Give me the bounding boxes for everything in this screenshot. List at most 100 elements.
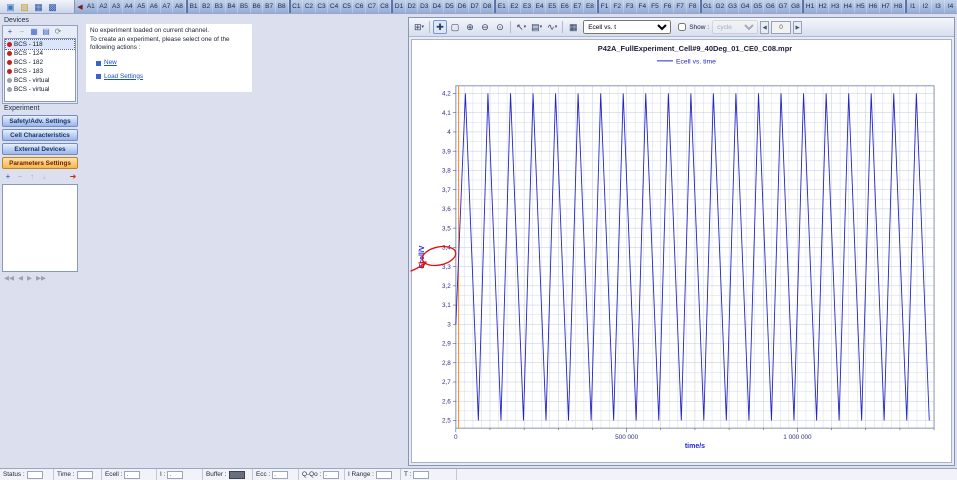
channel-cell-d3[interactable]: D3 (418, 0, 431, 13)
scroll-channels-left-icon[interactable]: ◀ (75, 0, 85, 13)
channel-cell-d1[interactable]: D1 (393, 0, 406, 13)
channel-cell-h8[interactable]: H8 (892, 0, 905, 13)
channel-cell-a5[interactable]: A5 (135, 0, 148, 13)
experiment-tab-parameters-settings[interactable]: Parameters Settings (2, 157, 78, 169)
channel-cell-g7[interactable]: G7 (777, 0, 790, 13)
plot-area[interactable]: 4,24,143,93,83,73,63,53,43,33,23,132,92,… (411, 39, 952, 463)
experiment-tab-safety-adv-settings[interactable]: Safety/Adv. Settings (2, 115, 78, 127)
add-technique-icon[interactable]: + (3, 172, 13, 182)
channel-cell-c6[interactable]: C6 (353, 0, 366, 13)
channel-cell-a8[interactable]: A8 (173, 0, 186, 13)
channel-cell-g1[interactable]: G1 (702, 0, 715, 13)
channel-cell-e5[interactable]: E5 (546, 0, 559, 13)
grid-view-icon[interactable]: ▦ (29, 27, 39, 37)
channel-cell-a7[interactable]: A7 (161, 0, 174, 13)
refresh-devices-icon[interactable]: ⟳ (53, 27, 63, 37)
channel-cell-h3[interactable]: H3 (829, 0, 842, 13)
channel-cell-d7[interactable]: D7 (469, 0, 482, 13)
channel-cell-c7[interactable]: C7 (366, 0, 379, 13)
copy-graph-icon[interactable]: ⊞▾ (412, 20, 426, 34)
channel-cell-c2[interactable]: C2 (303, 0, 316, 13)
channel-cell-d6[interactable]: D6 (456, 0, 469, 13)
channel-cell-b8[interactable]: B8 (276, 0, 289, 13)
open-icon[interactable]: ▨ (19, 1, 30, 13)
device-item[interactable]: BCS - virtual (6, 76, 74, 85)
zoom-in-icon[interactable]: ⊕ (463, 20, 477, 34)
plot-type-select[interactable]: Ecell vs. t (583, 20, 671, 34)
channel-cell-i4[interactable]: I4 (945, 0, 957, 13)
show-checkbox[interactable] (678, 23, 686, 31)
channel-cell-f7[interactable]: F7 (674, 0, 687, 13)
channel-cell-c4[interactable]: C4 (328, 0, 341, 13)
link-load-settings[interactable]: Load Settings (96, 73, 248, 82)
channel-cell-c5[interactable]: C5 (341, 0, 354, 13)
channel-cell-i1[interactable]: I1 (907, 0, 920, 13)
channel-cell-f2[interactable]: F2 (611, 0, 624, 13)
channel-cell-b1[interactable]: B1 (188, 0, 201, 13)
experiment-tab-cell-characteristics[interactable]: Cell Characteristics (2, 129, 78, 141)
channel-cell-e2[interactable]: E2 (509, 0, 522, 13)
device-item[interactable]: BCS - virtual (6, 85, 74, 94)
channel-cell-b4[interactable]: B4 (226, 0, 239, 13)
add-device-icon[interactable]: + (5, 27, 15, 37)
zoom-reset-icon[interactable]: ⊙ (493, 20, 507, 34)
channel-cell-a3[interactable]: A3 (110, 0, 123, 13)
channel-cell-d8[interactable]: D8 (481, 0, 494, 13)
channel-cell-e7[interactable]: E7 (572, 0, 585, 13)
devices-list[interactable]: BCS - 118BCS - 124BCS - 182BCS - 183BCS … (4, 38, 76, 102)
link-new[interactable]: New (96, 59, 248, 68)
pan-icon[interactable]: ✚ (433, 20, 447, 34)
pager-right-button[interactable]: ▶ (793, 21, 802, 34)
channel-cell-b2[interactable]: B2 (200, 0, 213, 13)
experiment-tab-external-devices[interactable]: External Devices (2, 143, 78, 155)
channel-cell-h2[interactable]: H2 (817, 0, 830, 13)
graph-style-icon[interactable]: ▤▾ (529, 20, 544, 34)
channel-cell-g3[interactable]: G3 (727, 0, 740, 13)
device-item[interactable]: BCS - 182 (6, 58, 74, 67)
channel-cell-f6[interactable]: F6 (662, 0, 675, 13)
channel-cell-f4[interactable]: F4 (637, 0, 650, 13)
zoom-out-icon[interactable]: ⊖ (478, 20, 492, 34)
graph-properties-icon[interactable]: ▦ (566, 20, 580, 34)
load-to-channel-icon[interactable]: ➜ (68, 172, 78, 182)
channel-cell-h6[interactable]: H6 (867, 0, 880, 13)
channel-cell-d5[interactable]: D5 (444, 0, 457, 13)
channel-cell-b6[interactable]: B6 (251, 0, 264, 13)
channel-cell-h1[interactable]: H1 (804, 0, 817, 13)
channel-cell-a2[interactable]: A2 (98, 0, 111, 13)
channel-cell-g2[interactable]: G2 (714, 0, 727, 13)
channel-cell-e8[interactable]: E8 (584, 0, 597, 13)
channel-cell-a4[interactable]: A4 (123, 0, 136, 13)
channel-cell-h5[interactable]: H5 (855, 0, 868, 13)
cursor-select-icon[interactable]: ↖▾ (514, 20, 528, 34)
channel-cell-h4[interactable]: H4 (842, 0, 855, 13)
channel-cell-d4[interactable]: D4 (431, 0, 444, 13)
channel-cell-b7[interactable]: B7 (263, 0, 276, 13)
channel-cell-g4[interactable]: G4 (739, 0, 752, 13)
device-item[interactable]: BCS - 118 (6, 40, 74, 49)
channel-cell-i3[interactable]: I3 (932, 0, 945, 13)
curve-select-icon[interactable]: ∿▾ (545, 20, 559, 34)
channel-cell-c1[interactable]: C1 (291, 0, 304, 13)
channel-cell-g8[interactable]: G8 (790, 0, 803, 13)
channel-cell-h7[interactable]: H7 (880, 0, 893, 13)
channel-cell-f8[interactable]: F8 (687, 0, 700, 13)
channel-cell-g5[interactable]: G5 (752, 0, 765, 13)
channel-cell-d2[interactable]: D2 (406, 0, 419, 13)
channel-cell-c8[interactable]: C8 (379, 0, 392, 13)
channel-cell-f5[interactable]: F5 (649, 0, 662, 13)
channel-cell-c3[interactable]: C3 (316, 0, 329, 13)
channel-cell-a6[interactable]: A6 (148, 0, 161, 13)
device-item[interactable]: BCS - 183 (6, 67, 74, 76)
channel-cell-b5[interactable]: B5 (238, 0, 251, 13)
pager-left-button[interactable]: ◀ (760, 21, 769, 34)
channel-cell-f3[interactable]: F3 (624, 0, 637, 13)
channel-cell-e6[interactable]: E6 (559, 0, 572, 13)
new-experiment-icon[interactable]: ▣ (5, 1, 16, 13)
save-icon[interactable]: ▦ (33, 1, 44, 13)
zoom-box-icon[interactable]: ▢ (448, 20, 462, 34)
save-all-icon[interactable]: ▩ (47, 1, 58, 13)
cycle-select[interactable]: cycle (712, 20, 758, 34)
device-item[interactable]: BCS - 124 (6, 49, 74, 58)
channel-cell-e4[interactable]: E4 (534, 0, 547, 13)
